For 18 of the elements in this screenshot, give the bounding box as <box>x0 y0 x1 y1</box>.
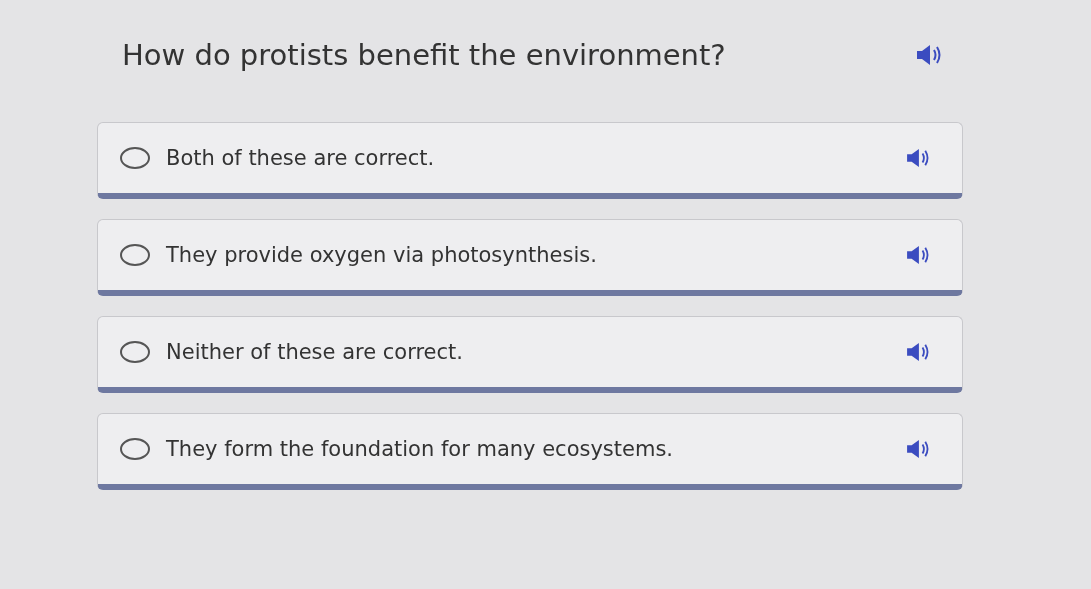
option-text: Neither of these are correct. <box>166 340 464 364</box>
answer-option[interactable]: They form the foundation for many ecosystems. <box>97 413 963 490</box>
speaker-icon[interactable] <box>916 44 942 66</box>
speaker-icon[interactable] <box>906 148 930 168</box>
speaker-icon[interactable] <box>906 342 930 362</box>
option-text: They provide oxygen via photosynthesis. <box>166 243 598 267</box>
question-text: How do protists benefit the environment? <box>122 38 727 72</box>
answer-option[interactable]: Both of these are correct. <box>97 122 963 199</box>
radio-button[interactable] <box>120 147 150 169</box>
option-text: Both of these are correct. <box>166 146 436 170</box>
speaker-icon[interactable] <box>906 245 930 265</box>
radio-button[interactable] <box>120 438 150 460</box>
answer-option[interactable]: Neither of these are correct. <box>97 316 963 393</box>
radio-button[interactable] <box>120 341 150 363</box>
answer-option[interactable]: They provide oxygen via photosynthesis. <box>97 219 963 296</box>
radio-button[interactable] <box>120 244 150 266</box>
option-text: They form the foundation for many ecosystems. <box>166 437 675 461</box>
speaker-icon[interactable] <box>906 439 930 459</box>
